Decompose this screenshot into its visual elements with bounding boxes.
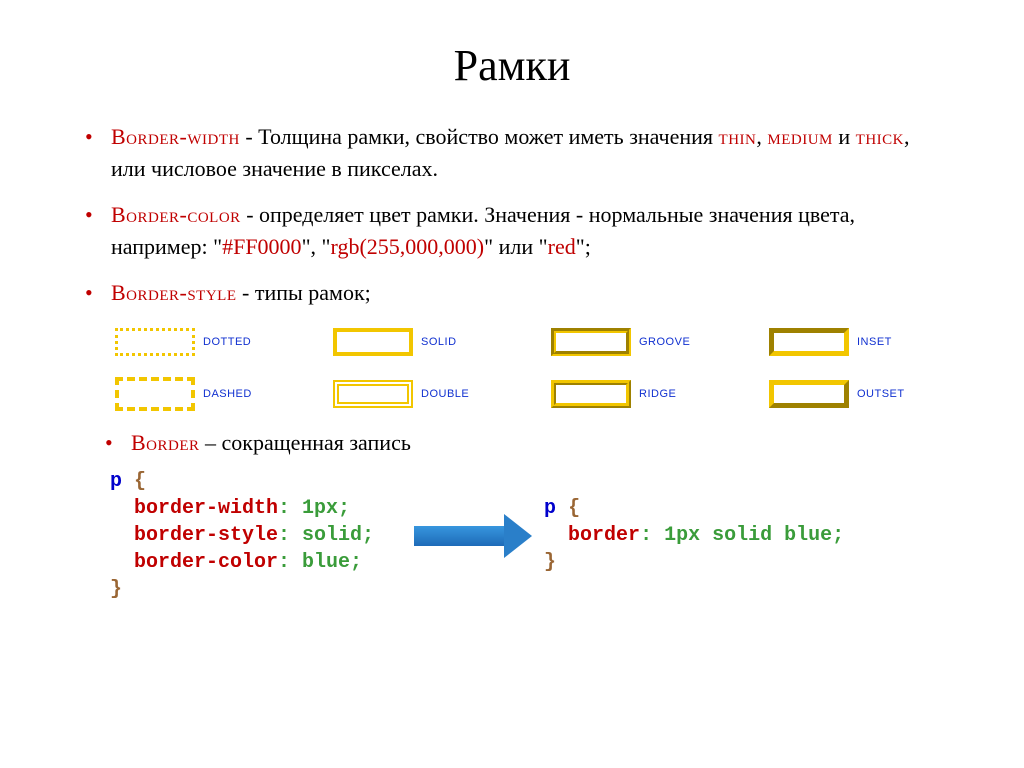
code-val: : 1px; (278, 497, 350, 520)
style-cell-dotted: dotted (115, 328, 315, 356)
text: и (833, 124, 856, 149)
example-named: red (548, 234, 576, 259)
keyword-border-width: Border-width (111, 124, 240, 149)
bullet-border-shorthand: Border – сокращенная запись (105, 430, 949, 456)
code-brace: { (556, 497, 580, 520)
border-style-grid: dotted solid groove inset dashed double ridge o… (115, 322, 969, 414)
keyword-thin: thin (719, 124, 757, 149)
keyword-medium: medium (767, 124, 833, 149)
swatch-dotted (115, 328, 195, 356)
swatch-groove (551, 328, 631, 356)
swatch-label: groove (639, 336, 690, 348)
text: - Толщина рамки, свойство может иметь зн… (240, 124, 719, 149)
style-cell-double: double (333, 380, 533, 408)
code-prop: border-width (110, 497, 278, 520)
example-rgb: rgb(255,000,000) (331, 234, 485, 259)
text: ", " (302, 234, 331, 259)
bullet-border-style: Border-style - типы рамок; (85, 277, 949, 309)
text: , (756, 124, 767, 149)
style-cell-inset: inset (769, 328, 969, 356)
swatch-double (333, 380, 413, 408)
keyword-thick: thick (856, 124, 904, 149)
example-hex: #FF0000 (222, 234, 301, 259)
slide: Рамки Border-width - Толщина рамки, свой… (0, 0, 1024, 768)
code-prop: border-color (110, 551, 278, 574)
swatch-label: outset (857, 388, 905, 400)
swatch-inset (769, 328, 849, 356)
bullet-border-width: Border-width - Толщина рамки, свойство м… (85, 121, 949, 185)
text: – сокращенная запись (200, 430, 411, 455)
swatch-solid (333, 328, 413, 356)
code-prop: border (544, 524, 640, 547)
code-long-form: p { border-width: 1px; border-style: sol… (110, 468, 374, 603)
keyword-border: Border (131, 430, 200, 455)
swatch-label: dotted (203, 336, 251, 348)
style-cell-ridge: ridge (551, 380, 751, 408)
style-cell-outset: outset (769, 380, 969, 408)
code-short-form: p { border: 1px solid blue; } (544, 495, 844, 576)
swatch-label: dashed (203, 388, 252, 400)
code-comparison: p { border-width: 1px; border-style: sol… (110, 468, 969, 603)
code-brace: } (110, 578, 122, 601)
style-cell-solid: solid (333, 328, 533, 356)
swatch-label: ridge (639, 388, 676, 400)
code-prop: border-style (110, 524, 278, 547)
swatch-label: double (421, 388, 469, 400)
text: "; (576, 234, 591, 259)
bullet-border-color: Border-color - определяет цвет рамки. Зн… (85, 199, 949, 263)
keyword-border-style: Border-style (111, 280, 237, 305)
text: - типы рамок; (237, 280, 371, 305)
style-cell-dashed: dashed (115, 377, 315, 411)
keyword-border-color: Border-color (111, 202, 241, 227)
code-selector: p (544, 497, 556, 520)
code-val: : solid; (278, 524, 374, 547)
slide-title: Рамки (55, 40, 969, 91)
style-cell-groove: groove (551, 328, 751, 356)
swatch-outset (769, 380, 849, 408)
bullet-list: Border-width - Толщина рамки, свойство м… (55, 121, 969, 308)
swatch-label: inset (857, 336, 892, 348)
swatch-dashed (115, 377, 195, 411)
code-val: : 1px solid blue; (640, 524, 844, 547)
text: " или " (484, 234, 548, 259)
code-selector: p (110, 470, 122, 493)
arrow-icon (394, 501, 524, 571)
code-val: : blue; (278, 551, 362, 574)
code-brace: { (122, 470, 146, 493)
swatch-label: solid (421, 336, 457, 348)
swatch-ridge (551, 380, 631, 408)
code-brace: } (544, 551, 556, 574)
bullet-list-2: Border – сокращенная запись (55, 430, 969, 456)
